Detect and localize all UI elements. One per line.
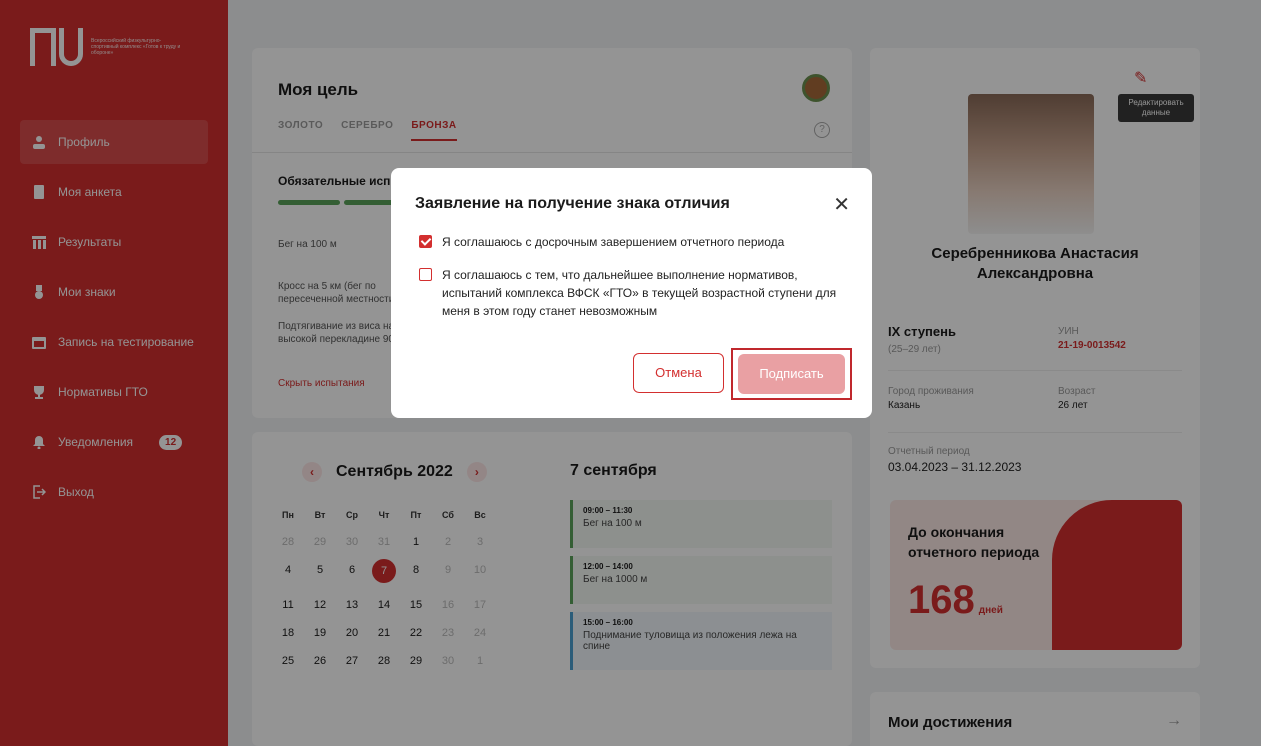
checkbox-checked[interactable] — [419, 235, 432, 248]
sign-button-highlight: Подписать — [731, 348, 852, 400]
modal-title: Заявление на получение знака отличия — [415, 195, 730, 212]
close-icon[interactable]: ✕ — [833, 192, 850, 217]
sign-button[interactable]: Подписать — [738, 354, 845, 394]
cancel-button[interactable]: Отмена — [633, 353, 724, 393]
checkbox-unchecked[interactable] — [419, 268, 432, 281]
agreement-checkbox-1[interactable]: Я соглашаюсь с досрочным завершением отч… — [419, 233, 849, 251]
checkbox-label: Я соглашаюсь с досрочным завершением отч… — [442, 235, 785, 249]
award-application-modal: Заявление на получение знака отличия ✕ Я… — [391, 168, 872, 418]
checkbox-label: Я соглашаюсь с тем, что дальнейшее выпол… — [442, 268, 837, 318]
agreement-checkbox-2[interactable]: Я соглашаюсь с тем, что дальнейшее выпол… — [419, 266, 849, 320]
